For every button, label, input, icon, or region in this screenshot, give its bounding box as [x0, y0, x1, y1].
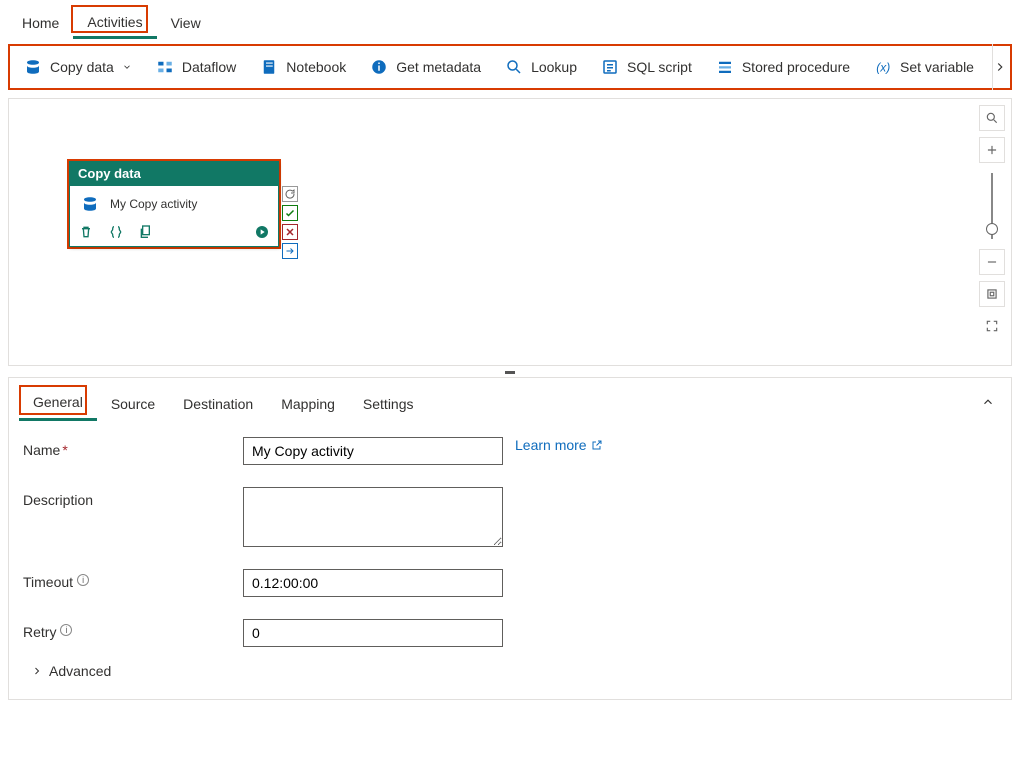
highlight-box: Copy data My Copy activity — [67, 159, 281, 249]
tab-activities[interactable]: Activities — [73, 6, 156, 39]
detail-tabs: General Source Destination Mapping Setti… — [15, 378, 1005, 421]
ribbon-copy-data-label: Copy data — [50, 59, 114, 75]
ribbon-get-metadata[interactable]: Get metadata — [360, 52, 491, 82]
info-icon — [370, 58, 388, 76]
list-icon — [716, 58, 734, 76]
reload-icon[interactable] — [282, 186, 298, 202]
detail-tab-source[interactable]: Source — [97, 388, 169, 420]
next-icon[interactable] — [282, 243, 298, 259]
ribbon-stored-procedure-label: Stored procedure — [742, 59, 850, 75]
activity-name-label: My Copy activity — [110, 197, 197, 211]
learn-more-link[interactable]: Learn more — [515, 437, 603, 453]
zoom-out-button[interactable] — [979, 249, 1005, 275]
copy-icon[interactable] — [138, 224, 154, 240]
delete-icon[interactable] — [78, 224, 94, 240]
zoom-slider[interactable] — [991, 173, 993, 239]
activities-ribbon: Copy data Dataflow Notebook Get metadata… — [8, 44, 1012, 90]
detail-tab-destination[interactable]: Destination — [169, 388, 267, 420]
ribbon-sql-script[interactable]: SQL script — [591, 52, 702, 82]
info-icon[interactable]: i — [77, 574, 89, 586]
detail-tab-general[interactable]: General — [19, 386, 97, 421]
dataflow-icon — [156, 58, 174, 76]
detail-tab-mapping[interactable]: Mapping — [267, 388, 349, 420]
ribbon-dataflow[interactable]: Dataflow — [146, 52, 246, 82]
detail-tab-settings[interactable]: Settings — [349, 388, 428, 420]
zoom-in-button[interactable] — [979, 137, 1005, 163]
retry-label: Retryi — [23, 619, 243, 640]
ribbon-set-variable[interactable]: (x) Set variable — [864, 52, 984, 82]
activity-header: Copy data — [70, 162, 278, 186]
search-icon — [505, 58, 523, 76]
tab-view[interactable]: View — [157, 7, 215, 37]
ribbon-notebook-label: Notebook — [286, 59, 346, 75]
ribbon-overflow[interactable] — [992, 44, 1007, 90]
info-icon[interactable]: i — [60, 624, 72, 636]
ribbon-lookup-label: Lookup — [531, 59, 577, 75]
check-icon[interactable] — [282, 205, 298, 221]
canvas-search-button[interactable] — [979, 105, 1005, 131]
pipeline-canvas[interactable]: Copy data My Copy activity — [8, 98, 1012, 366]
advanced-label: Advanced — [49, 663, 111, 679]
ribbon-set-variable-label: Set variable — [900, 59, 974, 75]
properties-panel: General Source Destination Mapping Setti… — [8, 377, 1012, 700]
tab-activities-label: Activities — [87, 14, 142, 30]
ribbon-sql-script-label: SQL script — [627, 59, 692, 75]
database-icon — [78, 192, 102, 216]
run-icon[interactable] — [254, 224, 270, 240]
timeout-label: Timeouti — [23, 569, 243, 590]
fit-button[interactable] — [979, 281, 1005, 307]
collapse-panel-button[interactable] — [971, 389, 1005, 418]
ribbon-lookup[interactable]: Lookup — [495, 52, 587, 82]
ribbon-notebook[interactable]: Notebook — [250, 52, 356, 82]
sql-icon — [601, 58, 619, 76]
error-icon[interactable] — [282, 224, 298, 240]
timeout-input[interactable] — [243, 569, 503, 597]
ribbon-dataflow-label: Dataflow — [182, 59, 236, 75]
advanced-toggle[interactable]: Advanced — [31, 663, 997, 679]
ribbon-copy-data[interactable]: Copy data — [14, 52, 142, 82]
ribbon-get-metadata-label: Get metadata — [396, 59, 481, 75]
name-label: Name* — [23, 437, 243, 458]
braces-icon[interactable] — [108, 224, 124, 240]
description-input[interactable] — [243, 487, 503, 547]
fullscreen-button[interactable] — [979, 313, 1005, 339]
description-label: Description — [23, 487, 243, 508]
panel-resize-handle[interactable]: ▬ — [0, 366, 1020, 377]
retry-input[interactable] — [243, 619, 503, 647]
name-input[interactable] — [243, 437, 503, 465]
notebook-icon — [260, 58, 278, 76]
chevron-down-icon — [122, 62, 132, 72]
database-icon — [24, 58, 42, 76]
svg-text:(x): (x) — [876, 61, 890, 75]
variable-icon: (x) — [874, 58, 892, 76]
tab-home[interactable]: Home — [8, 7, 73, 37]
ribbon-stored-procedure[interactable]: Stored procedure — [706, 52, 860, 82]
activity-copy-data[interactable]: Copy data My Copy activity — [69, 161, 279, 247]
